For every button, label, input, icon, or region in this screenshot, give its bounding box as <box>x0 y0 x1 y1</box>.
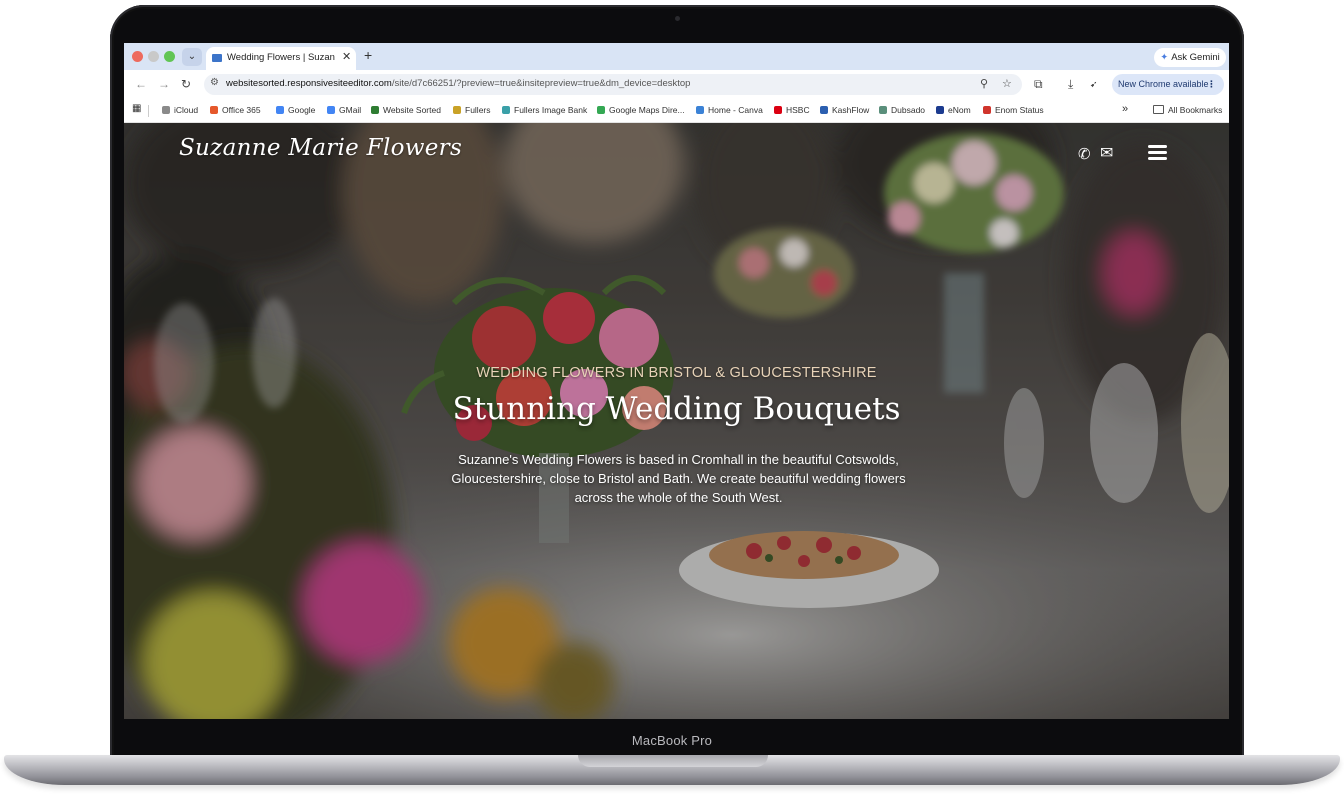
ask-gemini-button[interactable]: ✦ Ask Gemini <box>1154 48 1226 67</box>
phone-icon[interactable]: ✆ <box>1078 145 1091 163</box>
browser-tabstrip: ⌄ Wedding Flowers | Suzanne M ✕ + ✦Ask G… <box>124 43 1229 70</box>
canva-icon <box>696 106 704 114</box>
kashflow-icon <box>820 106 828 114</box>
bookmark-label: Website Sorted <box>383 105 441 115</box>
gemini-spark-icon: ✦ <box>1160 52 1169 63</box>
enom-icon <box>936 106 944 114</box>
bookmark-hsbc[interactable]: HSBC <box>774 105 810 115</box>
map-pin-icon <box>597 106 605 114</box>
bookmark-fullers-image-bank[interactable]: Fullers Image Bank <box>502 105 587 115</box>
google-icon <box>327 106 335 114</box>
new-chrome-label: New Chrome available <box>1118 79 1209 89</box>
bookmark-website-sorted[interactable]: Website Sorted <box>371 105 441 115</box>
minimize-window-button[interactable] <box>148 51 159 62</box>
bookmark-icloud[interactable]: iCloud <box>162 105 198 115</box>
hsbc-icon <box>774 106 782 114</box>
dubsado-icon <box>879 106 887 114</box>
bookmark-kashflow[interactable]: KashFlow <box>820 105 869 115</box>
forward-arrow-icon[interactable]: → <box>158 77 170 91</box>
bookmark-label: Fullers Image Bank <box>514 105 588 115</box>
bookmark-label: HSBC <box>786 105 810 115</box>
all-bookmarks-button[interactable]: All Bookmarks <box>1153 105 1222 115</box>
all-bookmarks-label: All Bookmarks <box>1168 105 1223 115</box>
bookmark-office365[interactable]: Office 365 <box>210 105 261 115</box>
browser-tab-active[interactable]: Wedding Flowers | Suzanne M ✕ <box>206 47 356 70</box>
browser-toolbar: ← → ↻ ⚙ websitesorted.responsivesiteedit… <box>124 70 1229 99</box>
back-arrow-icon[interactable]: ← <box>135 77 147 91</box>
bookmark-fullers[interactable]: Fullers <box>453 105 491 115</box>
site-info-icon[interactable]: ⚙ <box>210 77 219 88</box>
bookmarks-overflow-icon[interactable]: » <box>1122 103 1128 115</box>
bookmark-label: Office 365 <box>222 105 261 115</box>
extensions-icon[interactable]: ⧉ <box>1034 77 1043 92</box>
mail-icon[interactable]: ✉ <box>1100 143 1113 163</box>
hamburger-menu-icon[interactable] <box>1148 145 1167 161</box>
laptop-base-notch <box>578 755 768 767</box>
reload-icon[interactable]: ↻ <box>181 77 191 91</box>
tab-search-button[interactable]: ⌄ <box>182 48 202 66</box>
website-sorted-icon <box>371 106 379 114</box>
bookmark-google-maps[interactable]: Google Maps Dire... <box>597 105 685 115</box>
bookmark-label: Home - Canva <box>708 105 763 115</box>
apple-icon <box>162 106 170 114</box>
bookmark-label: Google <box>288 105 316 115</box>
bookmark-label: Dubsado <box>891 105 926 115</box>
zoom-icon[interactable]: ⚲ <box>980 77 988 90</box>
tab-title: Wedding Flowers | Suzanne M <box>227 52 335 63</box>
menu-bar <box>1148 151 1167 154</box>
google-icon <box>276 106 284 114</box>
address-bar[interactable]: ⚙ websitesorted.responsivesiteeditor.com… <box>204 74 1022 95</box>
url-host: websitesorted.responsivesiteeditor.com <box>226 78 392 89</box>
bookmark-star-icon[interactable]: ☆ <box>1002 77 1012 90</box>
bookmark-label: Fullers <box>465 105 491 115</box>
hero-headline: Stunning Wedding Bouquets <box>452 391 901 427</box>
ask-gemini-label: Ask Gemini <box>1171 52 1220 63</box>
device-label: MacBook Pro <box>631 733 713 748</box>
image-bank-icon <box>502 106 510 114</box>
apps-grid-icon[interactable]: ▦ <box>132 103 141 114</box>
extension-pin-icon[interactable]: ➹ <box>1090 79 1098 90</box>
hero-kicker: WEDDING FLOWERS IN BRISTOL & GLOUCESTERS… <box>476 365 877 381</box>
menu-bar <box>1148 157 1167 160</box>
screen: ⌄ Wedding Flowers | Suzanne M ✕ + ✦Ask G… <box>124 43 1229 719</box>
new-tab-button[interactable]: + <box>364 47 372 63</box>
close-window-button[interactable] <box>132 51 143 62</box>
hero-section: Suzanne Marie Flowers ✆ ✉ WEDDING FLOWER… <box>124 123 1229 719</box>
bookmark-dubsado[interactable]: Dubsado <box>879 105 925 115</box>
url-text[interactable]: websitesorted.responsivesiteeditor.com/s… <box>226 78 690 89</box>
bookmark-label: Enom Status <box>995 105 1044 115</box>
bookmarks-bar: ▦ iCloud Office 365 Google GMail Website… <box>124 99 1229 123</box>
folder-icon <box>1153 105 1164 114</box>
site-logo[interactable]: Suzanne Marie Flowers <box>179 135 462 161</box>
bookmark-label: eNom <box>948 105 971 115</box>
bookmark-enom-status[interactable]: Enom Status <box>983 105 1044 115</box>
bookmark-gmail[interactable]: GMail <box>327 105 361 115</box>
bookmark-label: iCloud <box>174 105 199 115</box>
maximize-window-button[interactable] <box>164 51 175 62</box>
bookmark-label: GMail <box>339 105 362 115</box>
bookmark-google[interactable]: Google <box>276 105 315 115</box>
webcam <box>675 16 680 21</box>
site-favicon-icon <box>212 54 222 62</box>
bookmarks-divider <box>148 105 149 117</box>
new-chrome-available-button[interactable]: New Chrome available ⋮ <box>1112 74 1224 95</box>
tab-close-icon[interactable]: ✕ <box>342 50 351 63</box>
menu-bar <box>1148 145 1167 148</box>
bookmark-label: KashFlow <box>832 105 870 115</box>
url-path: /site/d7c66251/?preview=true&insiteprevi… <box>391 78 691 89</box>
download-icon[interactable]: ⤓ <box>1068 77 1073 92</box>
bookmark-canva[interactable]: Home - Canva <box>696 105 763 115</box>
chevron-down-icon: ⌄ <box>187 51 197 62</box>
kebab-menu-icon[interactable]: ⋮ <box>1207 74 1216 95</box>
bookmark-enom[interactable]: eNom <box>936 105 971 115</box>
fullers-icon <box>453 106 461 114</box>
bookmark-label: Google Maps Dire... <box>609 105 685 115</box>
enom-status-icon <box>983 106 991 114</box>
microsoft-icon <box>210 106 218 114</box>
hero-intro-text: Suzanne's Wedding Flowers is based in Cr… <box>451 452 906 505</box>
